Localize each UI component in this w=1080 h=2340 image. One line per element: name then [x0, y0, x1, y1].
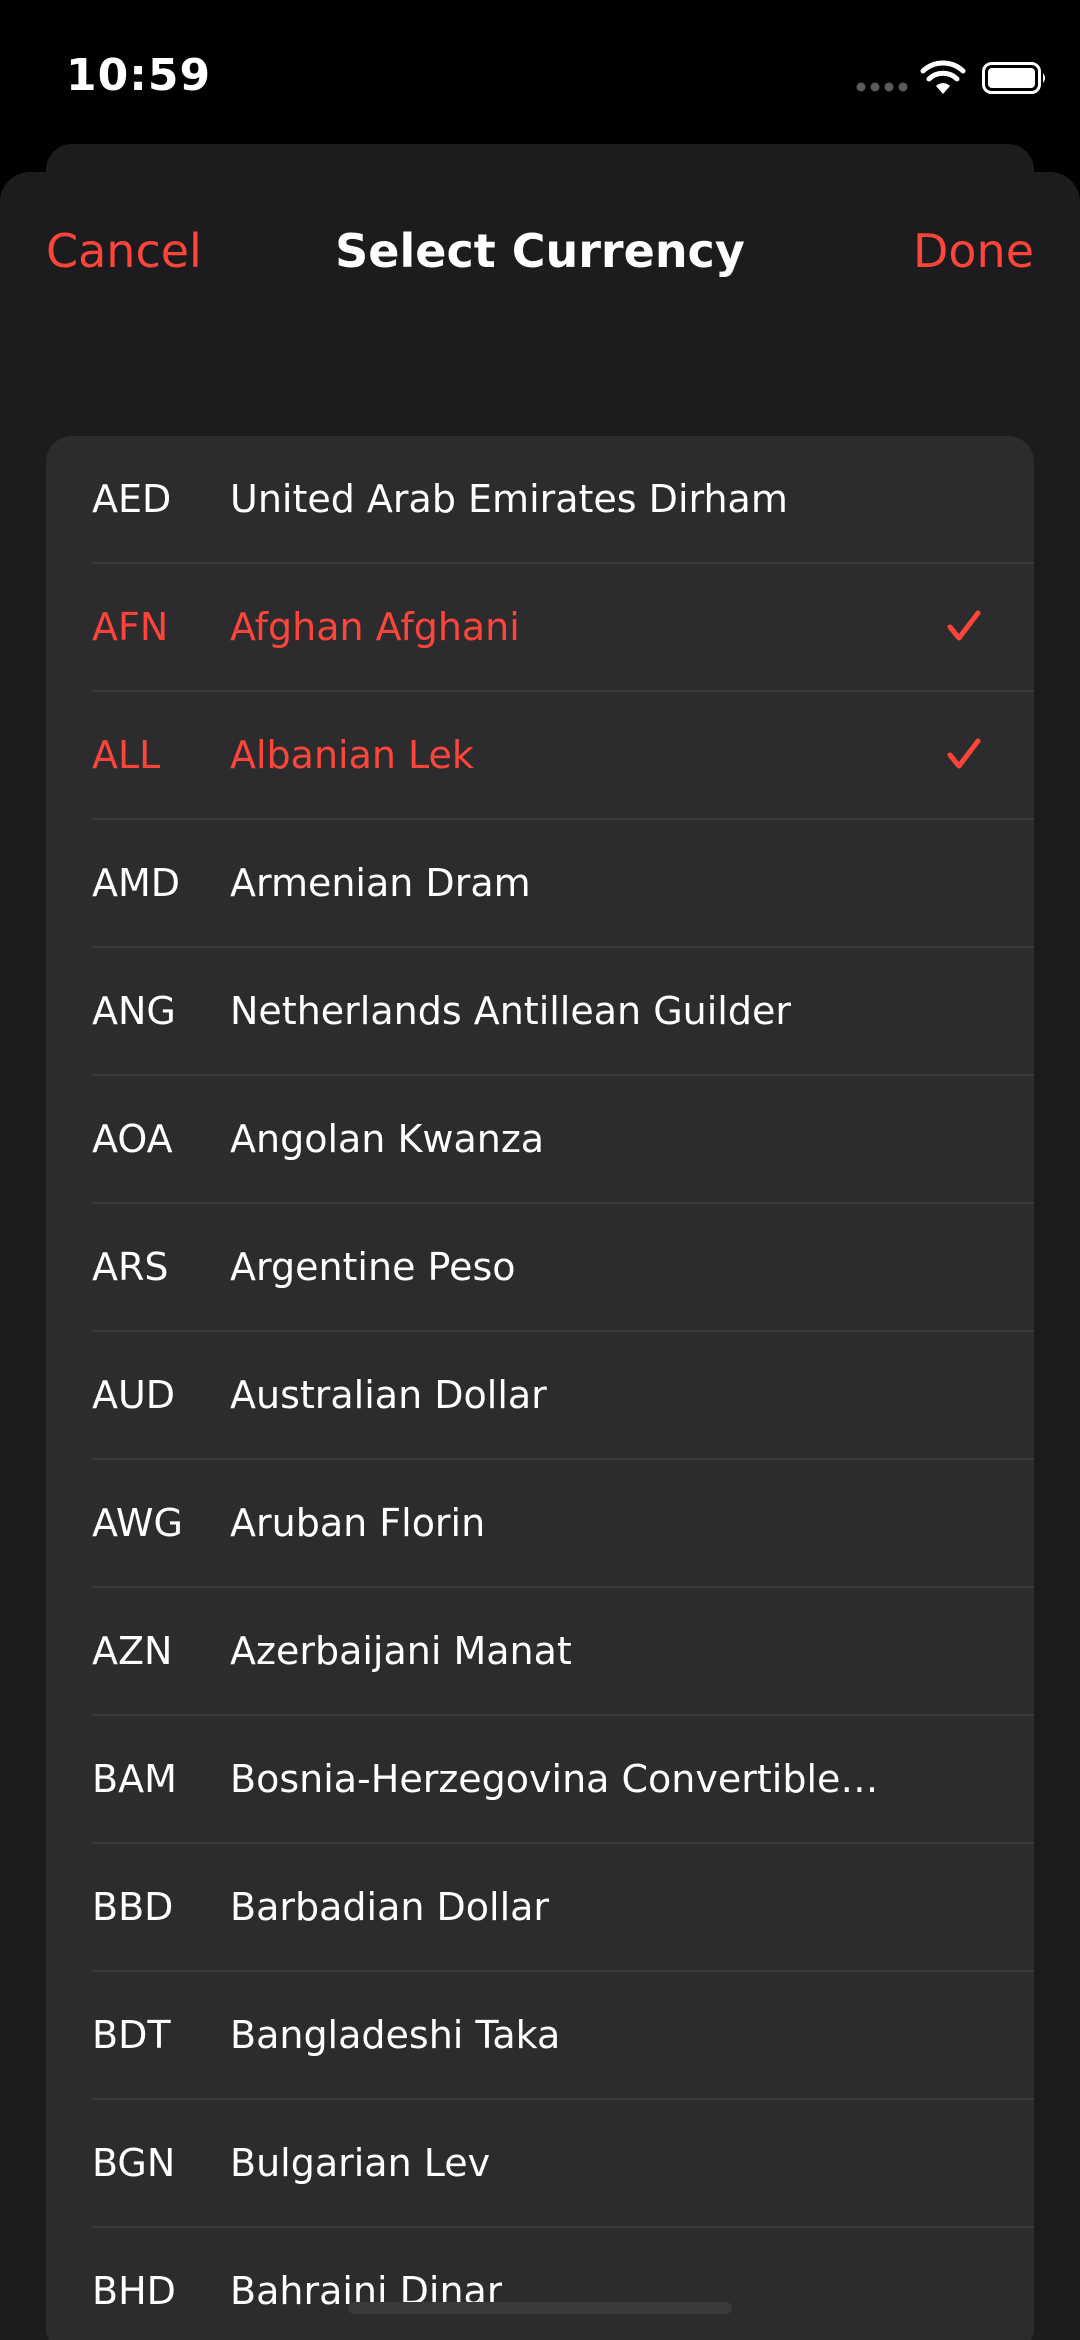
- currency-row-bhd[interactable]: BHD Bahraini Dinar: [92, 2228, 1034, 2340]
- currency-code: ANG: [92, 989, 176, 1033]
- signal-dots-icon: [856, 82, 908, 92]
- currency-row-amd[interactable]: AMD Armenian Dram: [92, 820, 1034, 948]
- currency-sheet: Cancel Select Currency Done AED United Ar…: [0, 172, 1080, 2340]
- currency-row-afn[interactable]: AFN Afghan Afghani: [92, 564, 1034, 692]
- currency-name: Armenian Dram: [230, 861, 531, 905]
- currency-row-awg[interactable]: AWG Aruban Florin: [92, 1460, 1034, 1588]
- currency-code: ALL: [92, 733, 161, 777]
- currency-code: BHD: [92, 2269, 176, 2313]
- checkmark-icon: [947, 610, 981, 641]
- currency-code: BAM: [92, 1757, 177, 1801]
- currency-row-aud[interactable]: AUD Australian Dollar: [92, 1332, 1034, 1460]
- currency-name: Afghan Afghani: [230, 605, 520, 649]
- currency-name: Bangladeshi Taka: [230, 2013, 561, 2057]
- currency-row-aed[interactable]: AED United Arab Emirates Dirham: [92, 436, 1034, 564]
- currency-code: BBD: [92, 1885, 174, 1929]
- currency-row-ars[interactable]: ARS Argentine Peso: [92, 1204, 1034, 1332]
- wifi-icon: [920, 60, 966, 94]
- currency-code: BDT: [92, 2013, 171, 2057]
- currency-code: AED: [92, 477, 172, 521]
- currency-row-aoa[interactable]: AOA Angolan Kwanza: [92, 1076, 1034, 1204]
- done-button[interactable]: Done: [913, 224, 1034, 278]
- currency-row-all[interactable]: ALL Albanian Lek: [92, 692, 1034, 820]
- currency-name: Bosnia-Herzegovina Convertible…: [230, 1757, 879, 1801]
- currency-row-bbd[interactable]: BBD Barbadian Dollar: [92, 1844, 1034, 1972]
- currency-code: AFN: [92, 605, 169, 649]
- currency-list: AED United Arab Emirates Dirham AFN Afghan …: [46, 436, 1034, 2340]
- currency-name: Argentine Peso: [230, 1245, 516, 1289]
- currency-code: AOA: [92, 1117, 173, 1161]
- currency-code: AZN: [92, 1629, 173, 1673]
- currency-row-ang[interactable]: ANG Netherlands Antillean Guilder: [92, 948, 1034, 1076]
- status-time: 10:59: [66, 50, 212, 101]
- currency-name: Angolan Kwanza: [230, 1117, 545, 1161]
- currency-row-bdt[interactable]: BDT Bangladeshi Taka: [92, 1972, 1034, 2100]
- currency-code: AUD: [92, 1373, 176, 1417]
- currency-name: Aruban Florin: [230, 1501, 486, 1545]
- home-indicator[interactable]: [348, 2302, 732, 2314]
- currency-code: AWG: [92, 1501, 183, 1545]
- currency-name: Netherlands Antillean Guilder: [230, 989, 791, 1033]
- currency-name: Azerbaijani Manat: [230, 1629, 572, 1673]
- checkmark-icon: [947, 738, 981, 769]
- currency-row-bam[interactable]: BAM Bosnia-Herzegovina Convertible…: [92, 1716, 1034, 1844]
- currency-row-bgn[interactable]: BGN Bulgarian Lev: [92, 2100, 1034, 2228]
- currency-code: AMD: [92, 861, 181, 905]
- currency-name: Bulgarian Lev: [230, 2141, 491, 2185]
- currency-row-azn[interactable]: AZN Azerbaijani Manat: [92, 1588, 1034, 1716]
- currency-name: Albanian Lek: [230, 733, 474, 777]
- status-bar: 10:59: [0, 0, 1080, 150]
- currency-code: BGN: [92, 2141, 176, 2185]
- currency-name: Barbadian Dollar: [230, 1885, 550, 1929]
- currency-name: Australian Dollar: [230, 1373, 547, 1417]
- battery-icon: [982, 62, 1045, 94]
- currency-code: ARS: [92, 1245, 169, 1289]
- currency-name: United Arab Emirates Dirham: [230, 477, 788, 521]
